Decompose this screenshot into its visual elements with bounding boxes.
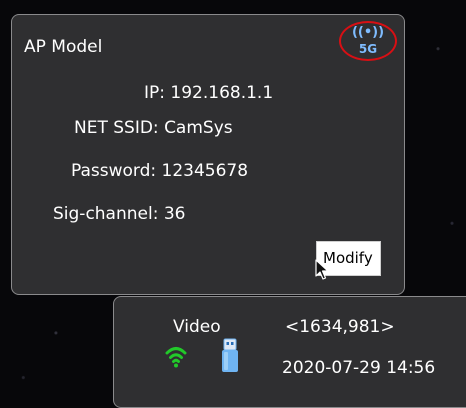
password-text: Password: 12345678 — [71, 161, 249, 181]
ap-settings-panel: AP Model ((•)) 5G IP: 192.168.1.1 NET SS… — [11, 14, 405, 295]
signal-waves-icon: ((•)) — [351, 25, 385, 40]
datetime-text: 2020-07-29 14:56 — [282, 358, 436, 378]
wifi-signal-icon: ((•)) 5G — [339, 21, 397, 61]
coordinates-text: <1634,981> — [285, 317, 395, 337]
mouse-pointer-icon — [315, 259, 329, 280]
status-panel: Video <1634,981> 2020-07-29 14:56 — [113, 296, 466, 408]
wifi-icon — [165, 347, 187, 368]
band-label: 5G — [358, 42, 378, 56]
channel-text: Sig-channel: 36 — [53, 204, 186, 224]
video-label: Video — [173, 317, 221, 337]
usb-drive-icon — [222, 338, 238, 372]
ssid-text: NET SSID: CamSys — [74, 118, 233, 138]
panel-title: AP Model — [24, 37, 103, 57]
ip-address-text: IP: 192.168.1.1 — [144, 83, 274, 103]
